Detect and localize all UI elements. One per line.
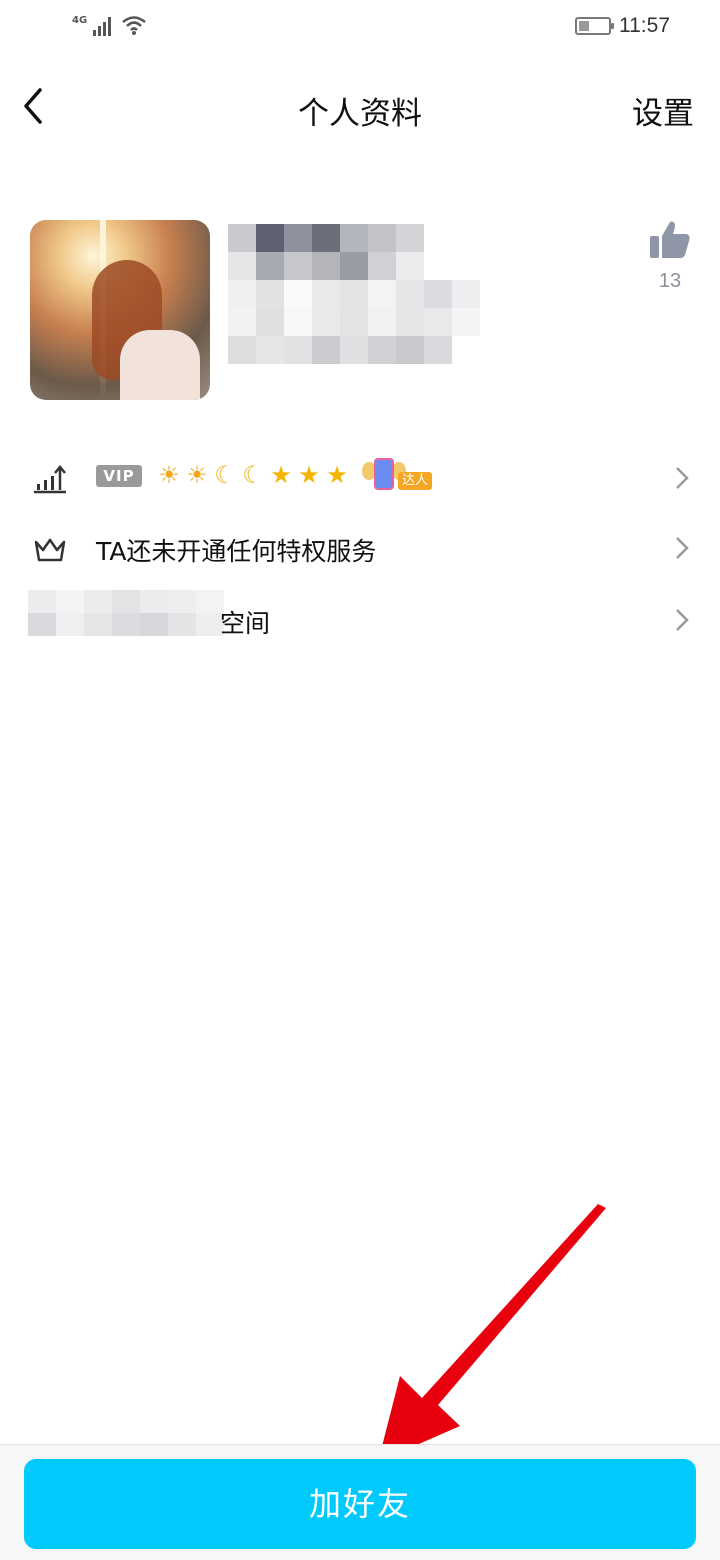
like-widget[interactable]: 13 <box>648 218 692 293</box>
privilege-text: TA还未开通任何特权服务 <box>96 537 377 566</box>
level-icons: ☀ ☀ ☾ ☾ ★ ★ ★ <box>156 462 350 488</box>
chevron-right-icon <box>676 609 689 631</box>
level-row[interactable]: VIP ☀ ☀ ☾ ☾ ★ ★ ★ 达人 <box>0 446 720 510</box>
bottom-action-bar: 加好友 <box>0 1444 720 1560</box>
status-bar: 4G 11:57 <box>0 0 720 56</box>
wifi-icon <box>122 16 146 35</box>
star-icon: ★ <box>270 461 292 489</box>
thumbs-up-icon[interactable] <box>648 218 692 262</box>
network-type: 4G <box>72 15 88 26</box>
signal-icon <box>93 17 112 36</box>
star-icon: ★ <box>326 461 348 489</box>
star-icon: ★ <box>298 461 320 489</box>
phone-icon <box>374 458 394 490</box>
blurred-space-name <box>28 590 224 636</box>
avatar[interactable] <box>30 220 210 400</box>
moon-icon: ☾ <box>214 461 236 489</box>
like-count: 13 <box>658 270 682 292</box>
sun-icon: ☀ <box>186 461 208 489</box>
battery-icon <box>575 17 614 35</box>
daren-badge: 达人 <box>360 456 436 492</box>
clock: 11:57 <box>619 14 670 37</box>
title-bar: 个人资料 设置 <box>0 66 720 146</box>
level-chart-icon <box>34 465 66 494</box>
moon-icon: ☾ <box>242 461 264 489</box>
space-label: 空间 <box>220 609 271 638</box>
chevron-right-icon <box>676 467 689 489</box>
status-left: 4G <box>72 14 147 36</box>
add-friend-button[interactable]: 加好友 <box>24 1459 696 1549</box>
profile-screen: 4G 11:57 个人资料 设置 13 VIP ☀ ☀ ☾ ☾ ★ ★ ★ 达人… <box>0 0 720 1560</box>
space-row[interactable]: 空间 <box>0 588 720 652</box>
daren-label: 达人 <box>398 472 433 490</box>
page-title: 个人资料 <box>298 96 422 132</box>
blurred-nickname <box>228 224 480 364</box>
settings-button[interactable]: 设置 <box>632 88 694 133</box>
crown-icon <box>34 538 66 562</box>
vip-badge: VIP <box>96 465 142 487</box>
privilege-row[interactable]: TA还未开通任何特权服务 <box>0 516 720 580</box>
status-right: 11:57 <box>575 14 670 38</box>
sun-icon: ☀ <box>158 461 180 489</box>
red-arrow-annotation <box>378 1204 606 1462</box>
chevron-right-icon <box>676 537 689 559</box>
